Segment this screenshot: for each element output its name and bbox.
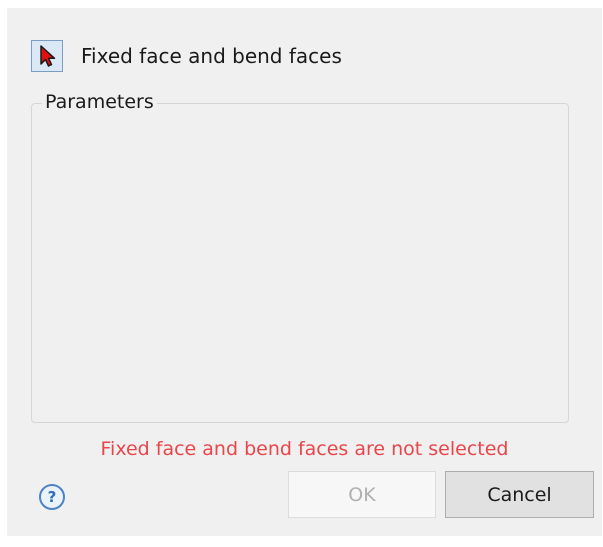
face-selector-label: Fixed face and bend faces <box>81 44 342 68</box>
error-message: Fixed face and bend faces are not select… <box>100 438 509 460</box>
parameters-group-title: Parameters <box>42 91 157 113</box>
dialog: Fixed face and bend faces Parameters Fix… <box>7 8 602 536</box>
question-mark-icon: ? <box>47 488 57 506</box>
face-selector-row: Fixed face and bend faces <box>31 36 342 76</box>
face-selector-button[interactable] <box>31 40 63 72</box>
ok-button[interactable]: OK <box>288 471 436 518</box>
help-button[interactable]: ? <box>39 484 65 510</box>
parameters-group: Parameters <box>31 91 569 423</box>
cancel-button[interactable]: Cancel <box>445 471 594 518</box>
red-arrow-cursor-icon <box>37 44 57 68</box>
